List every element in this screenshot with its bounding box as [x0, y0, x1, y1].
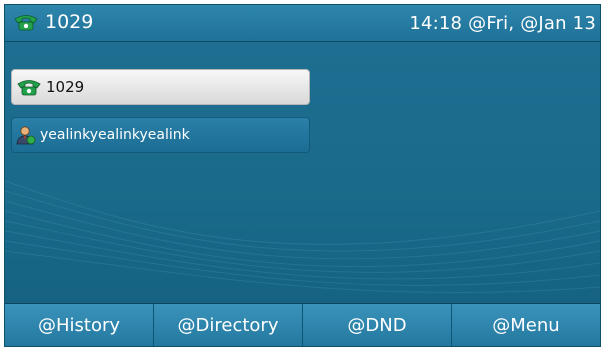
phone-icon [13, 13, 39, 31]
softkey-dnd[interactable]: @DND [303, 304, 452, 346]
phone-screen: 1029 14:18 @Fri, @Jan 13 1029 yealinkyea… [4, 4, 601, 347]
line-key-label: 1029 [46, 78, 85, 96]
softkey-history[interactable]: @History [5, 304, 154, 346]
status-datetime: 14:18 @Fri, @Jan 13 [409, 13, 596, 34]
line-key-1029[interactable]: 1029 [11, 69, 310, 105]
softkey-directory[interactable]: @Directory [154, 304, 303, 346]
line-area: 1029 yealinkyealinkyealink [5, 41, 600, 311]
softkey-menu[interactable]: @Menu [452, 304, 600, 346]
phone-icon [16, 78, 42, 96]
status-account: 1029 [13, 11, 93, 33]
line-key-contact[interactable]: yealinkyealinkyealink [11, 117, 310, 153]
contact-icon [16, 125, 36, 145]
line-key-label: yealinkyealinkyealink [40, 127, 190, 143]
softkey-bar: @History @Directory @DND @Menu [5, 303, 600, 346]
status-account-label: 1029 [45, 11, 94, 33]
status-bar: 1029 14:18 @Fri, @Jan 13 [5, 5, 600, 42]
